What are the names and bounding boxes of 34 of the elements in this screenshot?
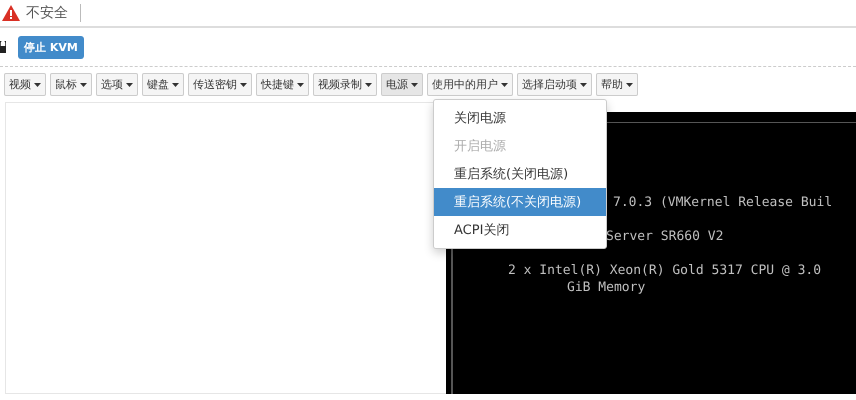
caret-icon: [80, 82, 87, 86]
toolbar-menu-button[interactable]: 鼠标: [50, 73, 92, 96]
stop-kvm-button[interactable]: 停止 KVM: [18, 36, 84, 58]
console-text: GiB Memory: [567, 280, 646, 295]
toolbar-menu-button[interactable]: 选项: [96, 73, 138, 96]
menu-item[interactable]: 重启系统(不关闭电源): [434, 188, 606, 216]
caret-icon: [365, 82, 372, 86]
menu-item[interactable]: 重启系统(关闭电源): [434, 160, 606, 188]
toolbar-menu-button[interactable]: 键盘: [142, 73, 184, 96]
toolbar-menu-button[interactable]: 使用中的用户: [427, 73, 513, 96]
menu-item[interactable]: 关闭电源: [434, 104, 606, 132]
security-label: 不安全: [26, 4, 68, 22]
caret-icon: [240, 82, 247, 86]
caret-icon: [580, 82, 587, 86]
toolbar-menu-button[interactable]: 帮助: [596, 73, 638, 96]
caret-icon: [501, 82, 508, 86]
toolbar-menu-button[interactable]: 快捷键: [256, 73, 309, 96]
caret-icon: [626, 82, 633, 86]
caret-icon: [297, 82, 304, 86]
caret-icon: [34, 82, 41, 86]
toolbar-menu-button[interactable]: 电源: [381, 73, 423, 96]
console-text: 7.0.3 (VMKernel Release Buil: [613, 195, 832, 210]
console-text: Server SR660 V2: [606, 229, 724, 244]
caret-icon: [411, 82, 418, 86]
warning-icon: [2, 5, 20, 21]
console-text: 2 x Intel(R) Xeon(R) Gold 5317 CPU @ 3.0: [508, 263, 822, 278]
toolbar-menu-button[interactable]: 视频录制: [313, 73, 377, 96]
lock-icon: [0, 41, 6, 53]
toolbar-menu-button[interactable]: 视频: [4, 73, 46, 96]
toolbar-menu-button[interactable]: 选择启动项: [517, 73, 592, 96]
toolbar-menu-button[interactable]: 传送密钥: [188, 73, 252, 96]
caret-icon: [126, 82, 133, 86]
caret-icon: [172, 82, 179, 86]
menu-item[interactable]: ACPI关闭: [434, 216, 606, 244]
